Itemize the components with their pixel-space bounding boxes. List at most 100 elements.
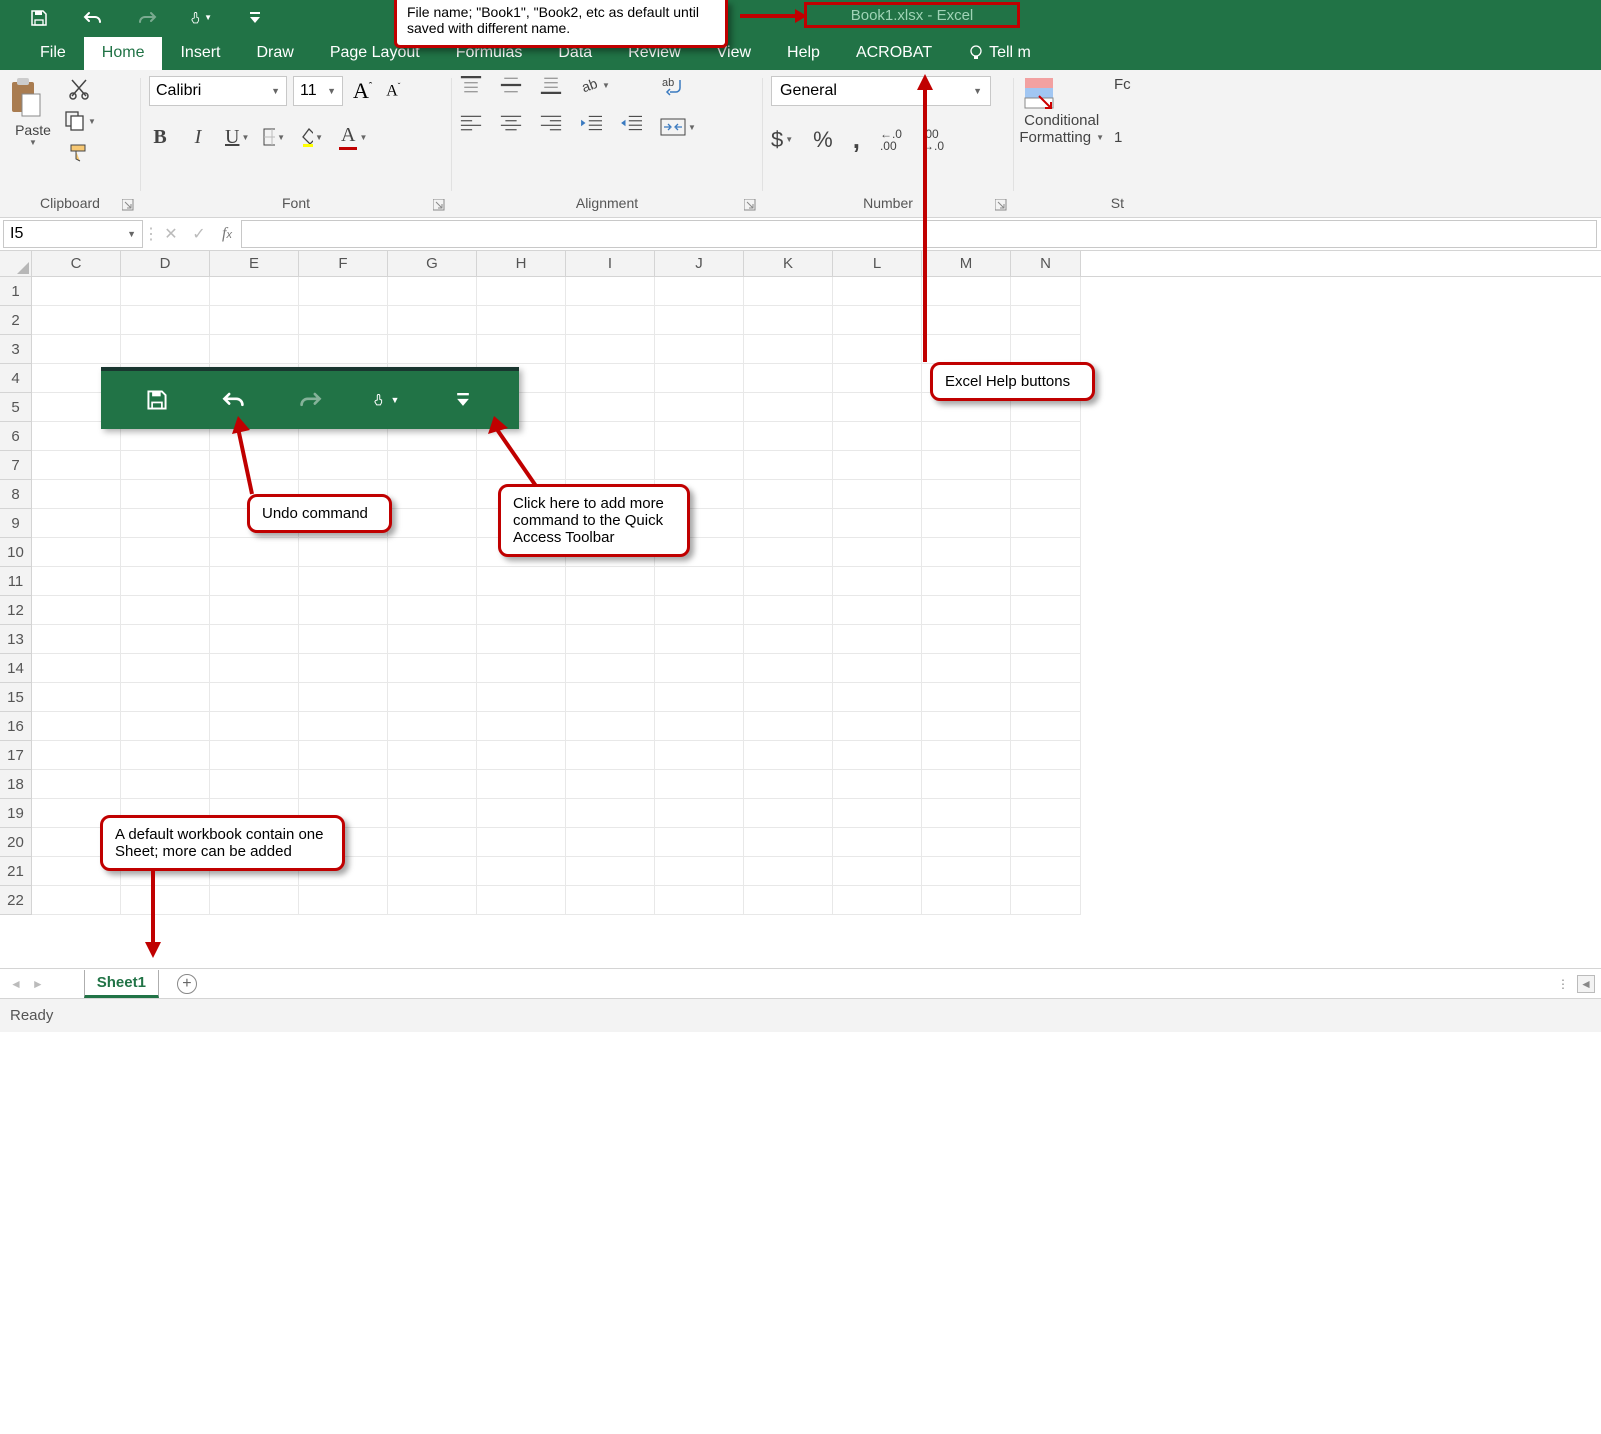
- cell[interactable]: [121, 480, 210, 509]
- cell[interactable]: [833, 480, 922, 509]
- bold-button[interactable]: B: [149, 126, 171, 149]
- cell[interactable]: [121, 654, 210, 683]
- cell[interactable]: [655, 741, 744, 770]
- cell[interactable]: [744, 393, 833, 422]
- row-header[interactable]: 19: [0, 799, 32, 828]
- cell[interactable]: [566, 422, 655, 451]
- cell[interactable]: [922, 741, 1011, 770]
- cell[interactable]: [922, 770, 1011, 799]
- cell[interactable]: [121, 741, 210, 770]
- cell[interactable]: [210, 277, 299, 306]
- col-header[interactable]: C: [32, 251, 121, 276]
- cell[interactable]: [744, 596, 833, 625]
- cell[interactable]: [32, 277, 121, 306]
- row-header[interactable]: 18: [0, 770, 32, 799]
- cell[interactable]: [121, 886, 210, 915]
- cell[interactable]: [566, 277, 655, 306]
- cell[interactable]: [744, 712, 833, 741]
- cell[interactable]: [388, 886, 477, 915]
- cell[interactable]: [388, 538, 477, 567]
- cell[interactable]: [388, 509, 477, 538]
- grip-icon[interactable]: ⋮: [1557, 977, 1569, 991]
- cell[interactable]: [477, 596, 566, 625]
- cell[interactable]: [32, 335, 121, 364]
- select-all-corner[interactable]: [0, 251, 32, 276]
- cell[interactable]: [121, 509, 210, 538]
- col-header[interactable]: E: [210, 251, 299, 276]
- font-name-combo[interactable]: Calibri▼: [149, 76, 287, 106]
- cell[interactable]: [121, 596, 210, 625]
- row-header[interactable]: 20: [0, 828, 32, 857]
- scroll-left-button[interactable]: ◄: [1577, 975, 1595, 993]
- cell[interactable]: [299, 741, 388, 770]
- cell[interactable]: [477, 625, 566, 654]
- font-size-combo[interactable]: 11▼: [293, 76, 343, 106]
- cell[interactable]: [655, 857, 744, 886]
- row-header[interactable]: 13: [0, 625, 32, 654]
- cell[interactable]: [744, 770, 833, 799]
- align-bottom-icon[interactable]: [540, 76, 562, 94]
- cell[interactable]: [1011, 770, 1081, 799]
- clipboard-dialog-icon[interactable]: [122, 199, 134, 211]
- customize-qat-icon[interactable]: [244, 7, 266, 29]
- cell[interactable]: [32, 886, 121, 915]
- cell[interactable]: [121, 538, 210, 567]
- cell[interactable]: [922, 886, 1011, 915]
- tab-home[interactable]: Home: [84, 37, 163, 70]
- format-painter-icon[interactable]: [68, 142, 92, 162]
- cell[interactable]: [566, 393, 655, 422]
- cell[interactable]: [1011, 712, 1081, 741]
- cell[interactable]: [922, 828, 1011, 857]
- cell[interactable]: [299, 306, 388, 335]
- cell[interactable]: [477, 770, 566, 799]
- cell[interactable]: [299, 538, 388, 567]
- cell[interactable]: [655, 712, 744, 741]
- cell[interactable]: [299, 335, 388, 364]
- cell[interactable]: [833, 857, 922, 886]
- align-center-icon[interactable]: [500, 114, 522, 132]
- cell[interactable]: [1011, 422, 1081, 451]
- cell[interactable]: [210, 741, 299, 770]
- cell[interactable]: [744, 277, 833, 306]
- cell[interactable]: [655, 596, 744, 625]
- cell[interactable]: [566, 857, 655, 886]
- cell[interactable]: [566, 451, 655, 480]
- col-header[interactable]: L: [833, 251, 922, 276]
- tab-draw[interactable]: Draw: [238, 37, 311, 70]
- cell[interactable]: [655, 886, 744, 915]
- cell[interactable]: [1011, 538, 1081, 567]
- cell[interactable]: [833, 509, 922, 538]
- cell[interactable]: [922, 277, 1011, 306]
- cell[interactable]: [833, 741, 922, 770]
- cell[interactable]: [388, 480, 477, 509]
- cell[interactable]: [32, 306, 121, 335]
- cell[interactable]: [566, 306, 655, 335]
- cell[interactable]: [833, 770, 922, 799]
- align-middle-icon[interactable]: [500, 76, 522, 94]
- cell[interactable]: [388, 857, 477, 886]
- cell[interactable]: [833, 828, 922, 857]
- cell[interactable]: [922, 567, 1011, 596]
- cell[interactable]: [566, 770, 655, 799]
- row-header[interactable]: 9: [0, 509, 32, 538]
- cell[interactable]: [210, 683, 299, 712]
- cell[interactable]: [477, 654, 566, 683]
- number-format-combo[interactable]: General▼: [771, 76, 991, 106]
- cell[interactable]: [388, 654, 477, 683]
- cell[interactable]: [566, 741, 655, 770]
- cell[interactable]: [1011, 683, 1081, 712]
- cell[interactable]: [477, 451, 566, 480]
- cell[interactable]: [388, 596, 477, 625]
- col-header[interactable]: K: [744, 251, 833, 276]
- cell[interactable]: [32, 683, 121, 712]
- grow-font-icon[interactable]: Aˆ: [349, 78, 376, 104]
- cell[interactable]: [744, 625, 833, 654]
- cell[interactable]: [299, 712, 388, 741]
- row-header[interactable]: 8: [0, 480, 32, 509]
- orientation-button[interactable]: ab▼: [580, 76, 610, 94]
- cell[interactable]: [299, 567, 388, 596]
- cell[interactable]: [1011, 596, 1081, 625]
- format-cell-partial[interactable]: Fc1: [1114, 76, 1131, 146]
- sheet-nav[interactable]: ◄ ►: [0, 977, 54, 991]
- cell[interactable]: [744, 741, 833, 770]
